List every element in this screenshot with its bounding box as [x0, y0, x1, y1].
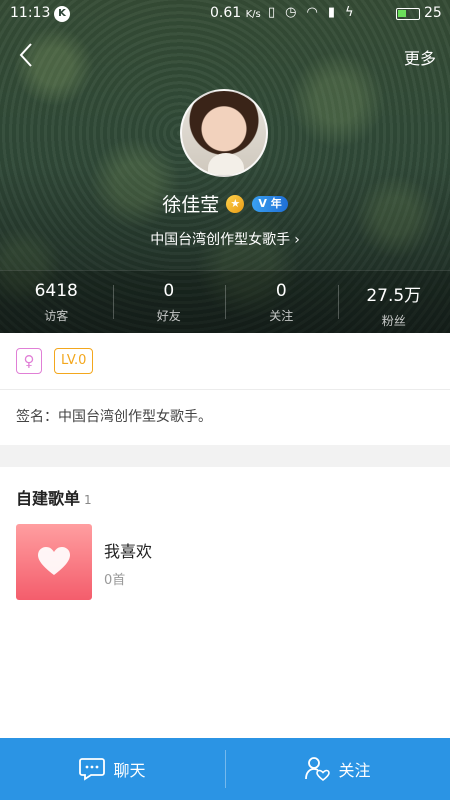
stat-label: 粉丝: [381, 314, 406, 328]
stat-value: 0: [275, 281, 287, 301]
more-button[interactable]: 更多: [404, 45, 436, 69]
chevron-right-icon: ›: [294, 232, 300, 248]
playlist-name: 我喜欢: [104, 542, 153, 561]
network-speed-unit: K/s: [245, 9, 261, 20]
stat-value: 6418: [34, 281, 78, 301]
profile-name: 徐佳莹: [162, 194, 220, 216]
follow-user-heart-icon: [305, 757, 331, 782]
playlist-cover: [16, 524, 92, 600]
chat-bubble-icon: [79, 758, 106, 781]
vip-badge-icon[interactable]: V 年: [252, 195, 288, 212]
stat-value: 0: [163, 281, 175, 301]
stat-value: 27.5万: [366, 286, 422, 306]
stats-bar: 6418 访客 0 好友 0 关注 27.5万 粉丝: [0, 270, 450, 333]
divider: [0, 389, 450, 390]
profile-title-link[interactable]: 中国台湾创作型女歌手 ›: [0, 229, 450, 249]
stat-fans[interactable]: 27.5万 粉丝: [337, 271, 450, 333]
female-gender-icon: ♀: [16, 348, 42, 374]
chat-label: 聊天: [113, 761, 146, 780]
back-arrow-icon: [19, 43, 32, 67]
follow-button[interactable]: 关注: [225, 738, 450, 800]
network-speed-value: 0.61: [210, 5, 242, 21]
chat-button[interactable]: 聊天: [0, 738, 225, 800]
playlist-count: 1: [84, 493, 92, 507]
stat-visitors[interactable]: 6418 访客: [0, 271, 113, 333]
status-bar: 11:13 K 0.61 K/s ▯ ◷ ◠ ▮ ϟ 25: [0, 0, 450, 28]
charging-icon: ϟ: [345, 5, 354, 20]
alarm-icon: ◷: [285, 5, 297, 20]
battery-icon: [396, 8, 420, 20]
follow-label: 关注: [338, 761, 371, 780]
stat-label: 访客: [44, 309, 69, 323]
back-button[interactable]: [12, 40, 42, 70]
stat-label: 好友: [156, 309, 181, 323]
heart-icon: [38, 547, 70, 575]
signal-icon: ▮: [327, 5, 335, 20]
bottom-action-bar: 聊天 关注: [0, 738, 450, 800]
stat-following[interactable]: 0 关注: [225, 271, 338, 333]
user-badges: ♀ LV.0: [16, 348, 94, 374]
signature-text: 签名：中国台湾创作型女歌手。: [16, 409, 212, 425]
status-icons: ▯ ◷ ◠ ▮ ϟ: [268, 5, 354, 20]
battery-level: 25: [424, 5, 442, 21]
level-badge[interactable]: LV.0: [54, 348, 94, 374]
vibrate-icon: ▯: [268, 5, 276, 20]
stat-label: 关注: [269, 309, 294, 323]
network-speed: 0.61 K/s: [210, 5, 261, 21]
playlist-item[interactable]: 我喜欢 0首: [16, 524, 436, 600]
crown-badge-icon[interactable]: ★: [226, 194, 245, 213]
section-separator: [0, 445, 450, 467]
status-time: 11:13: [10, 5, 51, 21]
stat-friends[interactable]: 0 好友: [112, 271, 226, 333]
wifi-icon: ◠: [306, 5, 318, 20]
playlist-section-label: 自建歌单: [16, 489, 81, 508]
profile-title: 中国台湾创作型女歌手: [150, 232, 291, 248]
playlist-song-count: 0首: [104, 573, 126, 588]
playlist-section-title: 自建歌单 1: [16, 485, 92, 509]
avatar[interactable]: [180, 89, 268, 177]
app-k-icon: K: [54, 6, 70, 22]
name-row: 徐佳莹 ★ V 年: [0, 190, 450, 217]
